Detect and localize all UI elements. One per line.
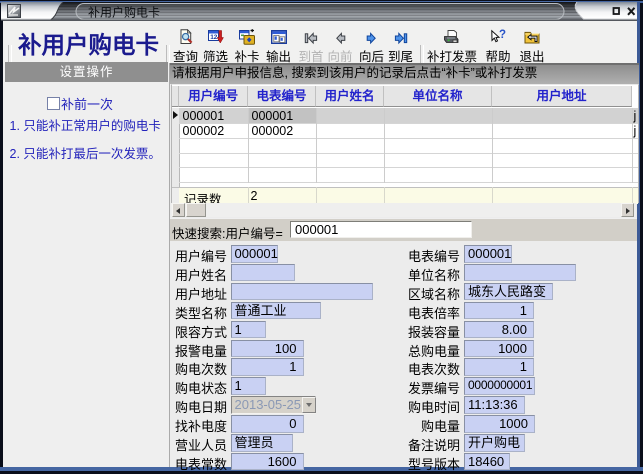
svg-text:?: ?	[499, 29, 506, 41]
svg-text:12: 12	[210, 34, 218, 41]
svg-text:补用户购电卡: 补用户购电卡	[88, 5, 160, 20]
